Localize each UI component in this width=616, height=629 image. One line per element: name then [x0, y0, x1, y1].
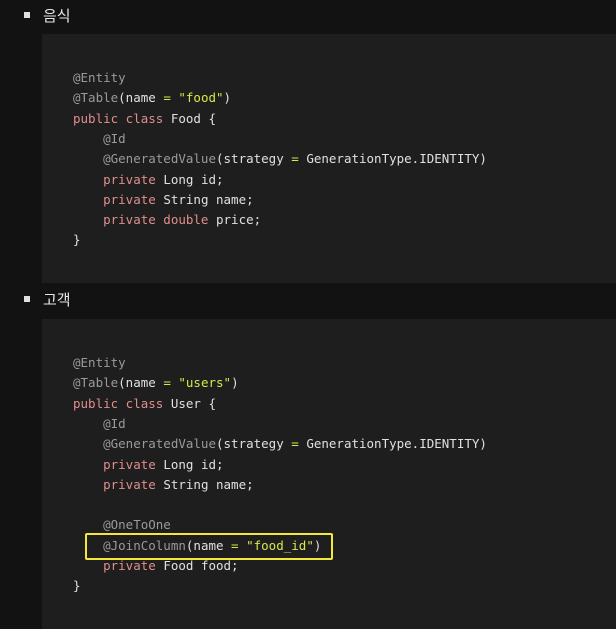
code-line: private String name;	[73, 190, 254, 210]
code-token: GenerationType.IDENTITY)	[298, 151, 487, 167]
code-token: User {	[163, 395, 216, 411]
code-token: Food {	[163, 110, 216, 126]
code-token: "food"	[178, 90, 224, 106]
code-token: =	[163, 90, 171, 106]
code-token: =	[163, 375, 171, 391]
code-token: }	[73, 232, 81, 248]
code-token: @GeneratedValue	[73, 436, 216, 452]
code-line: @Id	[73, 414, 126, 434]
code-token: @OneToOne	[73, 517, 171, 533]
highlight-box	[85, 533, 333, 560]
section-heading-food: 음식	[0, 0, 616, 30]
code-line: @GeneratedValue(strategy = GenerationTyp…	[73, 149, 487, 169]
code-token: private	[73, 191, 156, 207]
code-token: String name;	[155, 191, 254, 207]
code-token: (name	[118, 90, 164, 106]
code-token: @GeneratedValue	[73, 151, 216, 167]
code-line: }	[73, 230, 81, 250]
bullet-icon	[24, 12, 30, 18]
code-token: @Id	[73, 130, 126, 146]
code-line: @Table(name = "users")	[73, 373, 239, 393]
code-token: )	[223, 90, 232, 106]
code-token: Long id;	[155, 171, 224, 187]
code-token: String name;	[155, 476, 254, 492]
code-line: }	[73, 576, 81, 596]
code-token: Long id;	[155, 456, 224, 472]
code-line: private Long id;	[73, 455, 224, 475]
code-token: }	[73, 578, 81, 594]
code-line: @GeneratedValue(strategy = GenerationTyp…	[73, 434, 487, 454]
code-token: =	[291, 436, 299, 452]
code-token: price;	[208, 212, 262, 228]
code-token: @Table	[73, 90, 119, 106]
code-token: public class	[73, 395, 164, 411]
code-token: @Id	[73, 415, 126, 431]
code-token: Food food;	[155, 558, 239, 573]
code-token: private double	[73, 212, 209, 228]
code-line: @Entity	[73, 68, 126, 88]
section-title: 고객	[43, 290, 71, 309]
code-token: (strategy	[216, 151, 292, 167]
code-line: @Table(name = "food")	[73, 88, 231, 108]
code-line: public class Food {	[73, 109, 216, 129]
code-token: "users"	[178, 375, 232, 391]
code-token: private	[73, 456, 156, 472]
code-token: )	[231, 375, 239, 391]
code-token: (strategy	[216, 436, 292, 452]
code-line: public class User {	[73, 394, 216, 414]
code-token: @Entity	[73, 355, 126, 370]
code-line: @Entity	[73, 353, 126, 373]
code-token: private	[73, 476, 156, 492]
code-token: @Table	[73, 375, 119, 391]
code-line: private Long id;	[73, 170, 224, 190]
code-token: =	[291, 151, 299, 167]
code-token: GenerationType.IDENTITY)	[298, 436, 487, 452]
code-token: private	[73, 558, 156, 573]
section-heading-user: 고객	[0, 284, 616, 314]
code-line: private String name;	[73, 475, 254, 495]
code-token: @Entity	[73, 70, 126, 85]
code-token: private	[73, 171, 156, 187]
code-line: @Id	[73, 129, 126, 149]
code-line: private double price;	[73, 210, 261, 230]
code-token: (name	[118, 375, 164, 391]
section-title: 음식	[43, 6, 71, 25]
bullet-icon	[24, 296, 30, 302]
code-token: public class	[73, 110, 164, 126]
